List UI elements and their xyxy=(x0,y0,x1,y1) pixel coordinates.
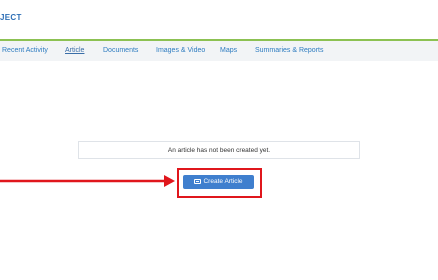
tab-article[interactable]: Article xyxy=(65,47,84,54)
tab-recent-activity[interactable]: Recent Activity xyxy=(2,47,48,54)
tab-images-video[interactable]: Images & Video xyxy=(156,47,205,54)
create-article-label: Create Article xyxy=(203,178,243,185)
project-title[interactable]: JECT xyxy=(0,13,22,22)
empty-article-notice: An article has not been created yet. xyxy=(78,141,360,159)
header: JECT xyxy=(0,0,438,41)
tab-documents[interactable]: Documents xyxy=(103,47,138,54)
tab-bar: Recent Activity Article Documents Images… xyxy=(0,41,438,61)
tab-maps[interactable]: Maps xyxy=(220,47,237,54)
page: JECT Recent Activity Article Documents I… xyxy=(0,0,438,280)
tab-summaries-reports[interactable]: Summaries & Reports xyxy=(255,47,323,54)
arrow-right-icon xyxy=(0,175,175,187)
keyboard-icon xyxy=(194,179,202,184)
create-article-button[interactable]: Create Article xyxy=(183,175,254,189)
